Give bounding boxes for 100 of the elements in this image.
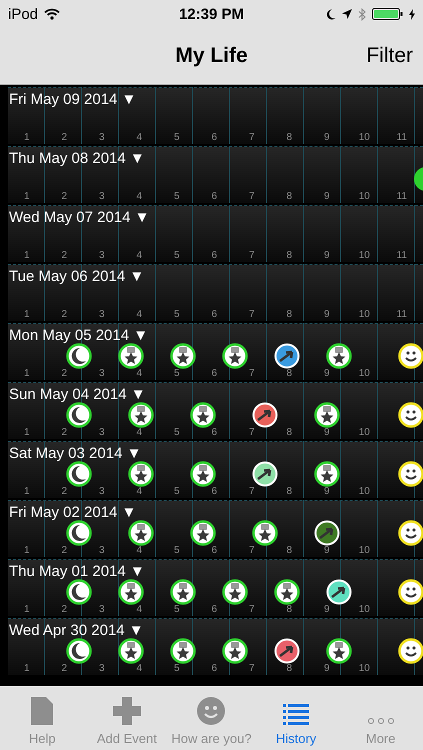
day-date[interactable]: Wed May 07 2014 ▼ [9, 209, 150, 226]
hour-label: 3 [98, 309, 106, 320]
star-event-icon[interactable] [128, 461, 154, 487]
star-event-icon[interactable] [222, 638, 248, 664]
location-icon [342, 9, 352, 19]
hour-label: 7 [248, 427, 256, 438]
star-event-icon[interactable] [170, 343, 196, 369]
star-event-icon[interactable] [118, 638, 144, 664]
star-event-icon[interactable] [326, 638, 352, 664]
day-date[interactable]: Fri May 09 2014 ▼ [9, 91, 136, 108]
hour-label: 10 [358, 486, 371, 497]
arrow-event-icon[interactable] [274, 638, 300, 664]
moon-event-icon[interactable] [66, 461, 92, 487]
hour-label: 9 [322, 604, 331, 615]
moon-event-icon[interactable] [66, 402, 92, 428]
hour-label: 11 [396, 191, 408, 202]
star-event-icon[interactable] [190, 402, 216, 428]
hour-label: 7 [248, 309, 256, 320]
day-row[interactable]: Wed Apr 30 2014 ▼ 1 2 3 4 5 6 7 8 9 10 [8, 618, 423, 675]
star-event-icon[interactable] [190, 520, 216, 546]
hour-label: 11 [396, 250, 408, 261]
battery-icon [372, 8, 403, 20]
hour-label: 4 [135, 663, 144, 674]
star-event-icon[interactable] [314, 402, 340, 428]
arrow-event-icon[interactable] [326, 579, 352, 605]
hour-label: 3 [98, 427, 106, 438]
star-event-icon[interactable] [222, 579, 248, 605]
hour-label: 5 [172, 486, 181, 497]
hour-label: 8 [285, 309, 294, 320]
event-marker-icon[interactable] [413, 166, 423, 192]
arrow-event-icon[interactable] [252, 461, 278, 487]
hour-label: 3 [98, 604, 106, 615]
smiley-event-icon[interactable] [398, 402, 423, 428]
hour-label: 1 [22, 368, 31, 379]
star-event-icon[interactable] [222, 343, 248, 369]
smiley-event-icon[interactable] [398, 461, 423, 487]
smiley-event-icon[interactable] [398, 520, 423, 546]
hour-label: 7 [248, 368, 256, 379]
day-date[interactable]: Sat May 03 2014 ▼ [9, 445, 142, 462]
day-date[interactable]: Tue May 06 2014 ▼ [9, 268, 144, 285]
hour-label: 5 [172, 663, 181, 674]
arrow-event-icon[interactable] [274, 343, 300, 369]
star-event-icon[interactable] [128, 402, 154, 428]
hour-label: 10 [358, 368, 371, 379]
hour-label: 6 [210, 309, 218, 320]
hour-label: 2 [60, 191, 68, 202]
hour-label: 10 [358, 132, 371, 143]
star-event-icon[interactable] [326, 343, 352, 369]
day-row[interactable]: Thu May 01 2014 ▼ 1 2 3 4 5 6 7 8 9 10 [8, 559, 423, 616]
star-event-icon[interactable] [252, 520, 278, 546]
day-date[interactable]: Fri May 02 2014 ▼ [9, 504, 136, 521]
hour-label: 9 [322, 486, 331, 497]
day-date[interactable]: Sun May 04 2014 ▼ [9, 386, 146, 403]
hour-label: 5 [172, 191, 181, 202]
arrow-event-icon[interactable] [314, 520, 340, 546]
hour-label: 10 [358, 191, 371, 202]
hour-label: 1 [22, 663, 31, 674]
star-event-icon[interactable] [128, 520, 154, 546]
day-date[interactable]: Wed Apr 30 2014 ▼ [9, 622, 144, 639]
star-event-icon[interactable] [170, 579, 196, 605]
day-row[interactable]: Wed May 07 2014 ▼ 1 2 3 4 5 6 7 8 9 10 11 [8, 205, 423, 262]
star-event-icon[interactable] [274, 579, 300, 605]
day-row[interactable]: Fri May 02 2014 ▼ 1 2 3 4 5 6 7 8 9 10 [8, 500, 423, 557]
moon-event-icon[interactable] [66, 343, 92, 369]
moon-event-icon[interactable] [66, 520, 92, 546]
hour-label: 3 [98, 368, 106, 379]
hour-label: 2 [60, 309, 68, 320]
day-date[interactable]: Mon May 05 2014 ▼ [9, 327, 148, 344]
hour-label: 1 [22, 132, 31, 143]
moon-event-icon[interactable] [66, 579, 92, 605]
hour-label: 2 [60, 368, 68, 379]
day-row[interactable]: Thu May 08 2014 ▼ 1 2 3 4 5 6 7 8 9 10 11 [8, 146, 423, 203]
hour-label: 8 [285, 604, 294, 615]
star-event-icon[interactable] [314, 461, 340, 487]
tab-item[interactable]: History [254, 686, 338, 750]
star-event-icon[interactable] [118, 343, 144, 369]
day-row[interactable]: Sun May 04 2014 ▼ 1 2 3 4 5 6 7 8 9 10 [8, 382, 423, 439]
smiley-event-icon[interactable] [398, 638, 423, 664]
day-date[interactable]: Thu May 01 2014 ▼ [9, 563, 145, 580]
day-date[interactable]: Thu May 08 2014 ▼ [9, 150, 145, 167]
hour-label: 2 [60, 663, 68, 674]
hour-label: 1 [22, 250, 31, 261]
smiley-event-icon[interactable] [398, 343, 423, 369]
bluetooth-icon [358, 8, 366, 20]
day-row[interactable]: Tue May 06 2014 ▼ 1 2 3 4 5 6 7 8 9 10 11 [8, 264, 423, 321]
hour-label: 1 [22, 545, 31, 556]
day-row[interactable]: Mon May 05 2014 ▼ 1 2 3 4 5 6 7 8 9 10 [8, 323, 423, 380]
day-row[interactable]: Fri May 09 2014 ▼ 1 2 3 4 5 6 7 8 9 10 11 [8, 87, 423, 144]
star-event-icon[interactable] [170, 638, 196, 664]
hour-label: 2 [60, 604, 68, 615]
arrow-event-icon[interactable] [252, 402, 278, 428]
smiley-event-icon[interactable] [398, 579, 423, 605]
day-row[interactable]: Sat May 03 2014 ▼ 1 2 3 4 5 6 7 8 9 10 [8, 441, 423, 498]
wifi-icon [44, 8, 60, 20]
filter-button[interactable]: Filter [356, 44, 423, 68]
star-event-icon[interactable] [118, 579, 144, 605]
hour-label: 9 [322, 309, 331, 320]
hour-label: 6 [210, 663, 218, 674]
moon-event-icon[interactable] [66, 638, 92, 664]
star-event-icon[interactable] [190, 461, 216, 487]
